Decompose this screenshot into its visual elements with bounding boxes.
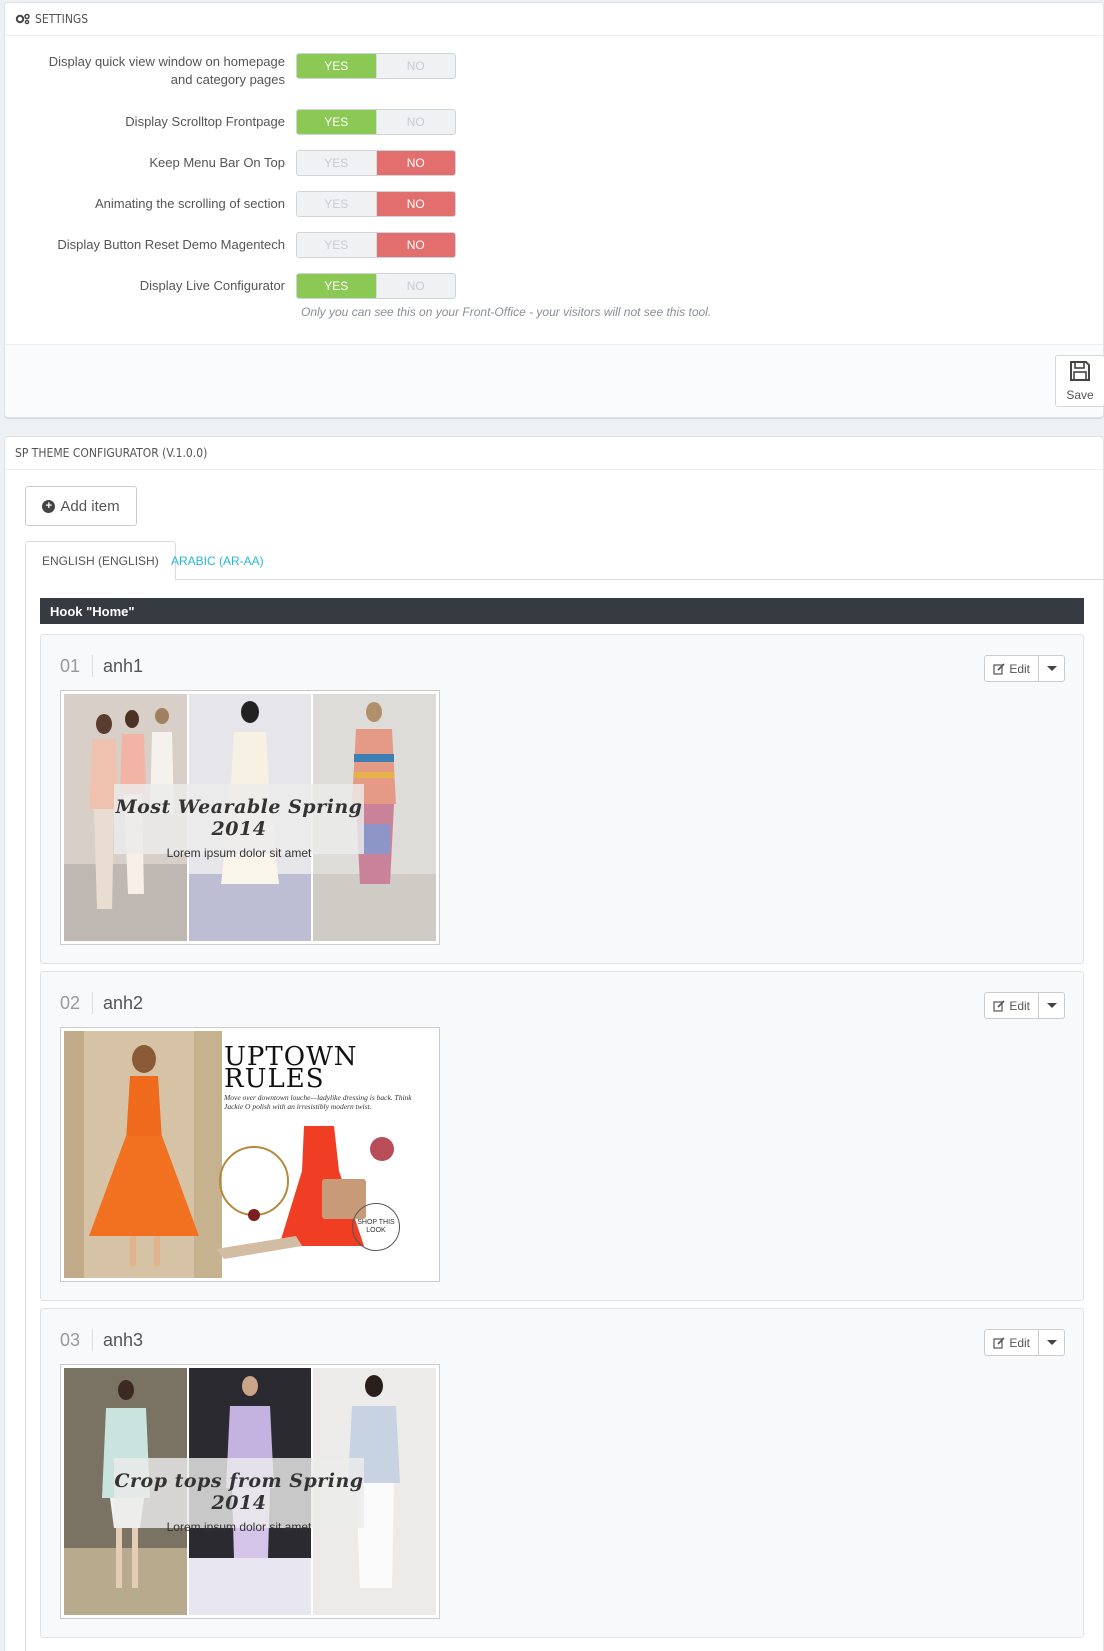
switch-no[interactable]: NO: [375, 110, 455, 134]
slide-item: 01 anh1 Edit Most Wearable Spring 2014 L…: [40, 634, 1084, 964]
switch-yes[interactable]: YES: [297, 233, 376, 257]
item-title: anh3: [103, 1330, 144, 1350]
switch-yes[interactable]: YES: [297, 151, 376, 175]
cogs-icon: [15, 13, 31, 25]
setting-label: Display quick view window on homepage an…: [48, 54, 285, 87]
caption-subtitle: Lorem ipsum dolor sit amet: [166, 846, 312, 860]
reset-demo-switch[interactable]: YES NO: [296, 232, 456, 258]
tab-arabic[interactable]: ARABIC (AR-AA): [155, 541, 280, 581]
switch-no[interactable]: NO: [375, 233, 455, 257]
settings-footer: Save: [5, 344, 1104, 417]
setting-label: Display Live Configurator: [139, 278, 285, 293]
magazine-title: UPTOWN RULES: [224, 1042, 358, 1094]
scrolltop-switch[interactable]: YES NO: [296, 109, 456, 135]
switch-no[interactable]: NO: [375, 274, 455, 298]
edit-button-group: Edit: [984, 655, 1065, 682]
animating-switch[interactable]: YES NO: [296, 191, 456, 217]
caret-down-icon: [1046, 1003, 1057, 1008]
edit-button[interactable]: Edit: [985, 993, 1039, 1018]
switch-no[interactable]: NO: [375, 192, 455, 216]
slide-image[interactable]: Most Wearable Spring 2014 Lorem ipsum do…: [60, 690, 440, 945]
shop-this-look-badge: SHOP THIS LOOK: [352, 1203, 400, 1251]
configurator-heading: SP THEME CONFIGURATOR (V.1.0.0): [5, 437, 1103, 470]
edit-label: Edit: [1009, 661, 1030, 676]
configurator-panel: SP THEME CONFIGURATOR (V.1.0.0) + Add it…: [4, 436, 1104, 1651]
dropdown-toggle[interactable]: [1039, 1330, 1064, 1355]
caption-title: Crop tops from Spring 2014: [114, 1470, 364, 1514]
caret-down-icon: [1046, 666, 1057, 671]
edit-button[interactable]: Edit: [985, 656, 1039, 681]
switch-yes[interactable]: YES: [297, 110, 376, 134]
quick-view-switch[interactable]: YES NO: [296, 53, 456, 79]
slide-image[interactable]: Crop tops from Spring 2014 Lorem ipsum d…: [60, 1364, 440, 1619]
dropdown-toggle[interactable]: [1039, 656, 1064, 681]
save-button[interactable]: Save: [1055, 355, 1104, 407]
settings-title: SETTINGS: [35, 12, 89, 26]
slide-item: 03 anh3 Edit Crop tops from Spring 2014 …: [40, 1308, 1084, 1638]
setting-label: Keep Menu Bar On Top: [149, 155, 285, 170]
switch-no[interactable]: NO: [375, 151, 455, 175]
slide-item: 02 anh2 Edit UPTOWN RULES Move over down…: [40, 971, 1084, 1301]
item-number: 03: [60, 1329, 94, 1351]
tab-english[interactable]: ENGLISH (ENGLISH): [25, 541, 176, 581]
slide-caption: Most Wearable Spring 2014 Lorem ipsum do…: [114, 784, 364, 860]
slide-image[interactable]: UPTOWN RULES Move over downtown louche—l…: [60, 1027, 440, 1282]
save-label: Save: [1066, 388, 1094, 402]
menu-bar-switch[interactable]: YES NO: [296, 150, 456, 176]
settings-heading: SETTINGS: [5, 3, 1103, 36]
switch-yes[interactable]: YES: [297, 274, 376, 298]
pencil-square-icon: [993, 999, 1005, 1012]
dropdown-toggle[interactable]: [1039, 993, 1064, 1018]
edit-button-group: Edit: [984, 1329, 1065, 1356]
tab-content: Hook "Home" 01 anh1 Edit Most Wearable S…: [25, 580, 1103, 1651]
pencil-square-icon: [993, 1336, 1005, 1349]
add-item-label: Add item: [60, 497, 120, 515]
magazine-subtitle: Move over downtown louche—ladylike dress…: [224, 1093, 412, 1111]
switch-yes[interactable]: YES: [297, 54, 376, 78]
edit-label: Edit: [1009, 1335, 1030, 1350]
save-icon: [1069, 360, 1091, 388]
settings-panel: SETTINGS Display quick view window on ho…: [4, 2, 1104, 418]
item-number: 01: [60, 655, 94, 677]
caption-subtitle: Lorem ipsum dolor sit amet: [166, 1520, 312, 1534]
caption-title: Most Wearable Spring 2014: [115, 796, 363, 840]
configurator-title: SP THEME CONFIGURATOR (V.1.0.0): [15, 446, 208, 460]
hook-title: Hook "Home": [40, 598, 1084, 624]
item-title: anh1: [103, 656, 144, 676]
add-item-button[interactable]: + Add item: [25, 486, 137, 526]
setting-label: Display Scrolltop Frontpage: [125, 114, 285, 129]
item-title: anh2: [103, 993, 144, 1013]
pencil-square-icon: [993, 662, 1005, 675]
item-number: 02: [60, 992, 94, 1014]
plus-circle-icon: +: [42, 499, 56, 513]
help-text: Only you can see this on your Front-Offi…: [301, 305, 712, 319]
switch-no[interactable]: NO: [375, 54, 455, 78]
setting-label: Animating the scrolling of section: [94, 196, 285, 211]
caret-down-icon: [1046, 1340, 1057, 1345]
edit-label: Edit: [1009, 998, 1030, 1013]
slide-caption: Crop tops from Spring 2014 Lorem ipsum d…: [114, 1458, 364, 1534]
live-configurator-switch[interactable]: YES NO: [296, 273, 456, 299]
setting-label: Display Button Reset Demo Magentech: [57, 237, 285, 252]
edit-button-group: Edit: [984, 992, 1065, 1019]
edit-button[interactable]: Edit: [985, 1330, 1039, 1355]
switch-yes[interactable]: YES: [297, 192, 376, 216]
language-tabs: ENGLISH (ENGLISH) ARABIC (AR-AA): [25, 541, 1103, 581]
